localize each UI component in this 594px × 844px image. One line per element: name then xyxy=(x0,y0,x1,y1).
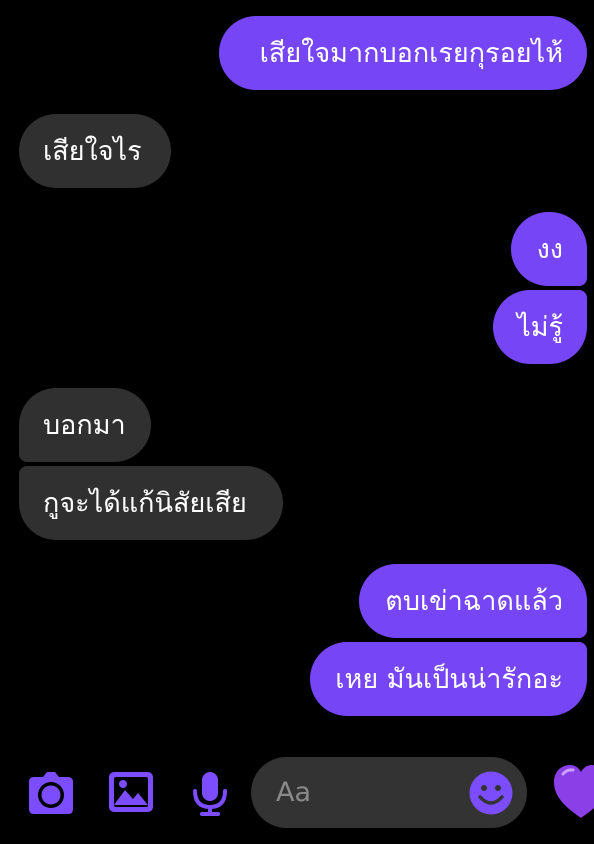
message-text: งง xyxy=(536,233,563,265)
message-input[interactable] xyxy=(251,757,461,828)
message-text: ตบเข่าฉาดแล้ว xyxy=(385,585,563,617)
message-bubble-incoming[interactable]: กูจะได้แก้นิสัยเสีย xyxy=(19,466,283,540)
message-text: เหย มันเป็นน่ารักอะ xyxy=(335,663,563,695)
message-bubble-incoming[interactable]: บอกมา xyxy=(19,388,151,462)
message-text: เสียใจมากบอกเรยกุรอยไห้ xyxy=(259,37,563,69)
message-text: ไม่รู้ xyxy=(517,311,563,343)
message-text: กูจะได้แก้นิสัยเสีย xyxy=(43,487,247,519)
composer-bar xyxy=(0,744,594,844)
message-bubble-outgoing[interactable]: เสียใจมากบอกเรยกุรอยไห้ xyxy=(219,16,587,90)
message-bubble-outgoing[interactable]: เหย มันเป็นน่ารักอะ xyxy=(310,642,587,716)
message-bubble-outgoing[interactable]: งง xyxy=(511,212,587,286)
message-text: เสียใจไร xyxy=(43,135,142,167)
message-bubble-outgoing[interactable]: ไม่รู้ xyxy=(493,290,587,364)
microphone-icon[interactable] xyxy=(192,771,228,817)
message-bubble-outgoing[interactable]: ตบเข่าฉาดแล้ว xyxy=(359,564,587,638)
message-bubble-incoming[interactable]: เสียใจไร xyxy=(19,114,171,188)
image-gallery-icon[interactable] xyxy=(108,771,154,813)
camera-icon[interactable] xyxy=(27,771,75,815)
message-composer xyxy=(251,757,527,828)
purple-heart-icon[interactable] xyxy=(551,762,594,820)
message-text: บอกมา xyxy=(43,409,126,441)
emoji-smile-icon[interactable] xyxy=(469,771,513,815)
